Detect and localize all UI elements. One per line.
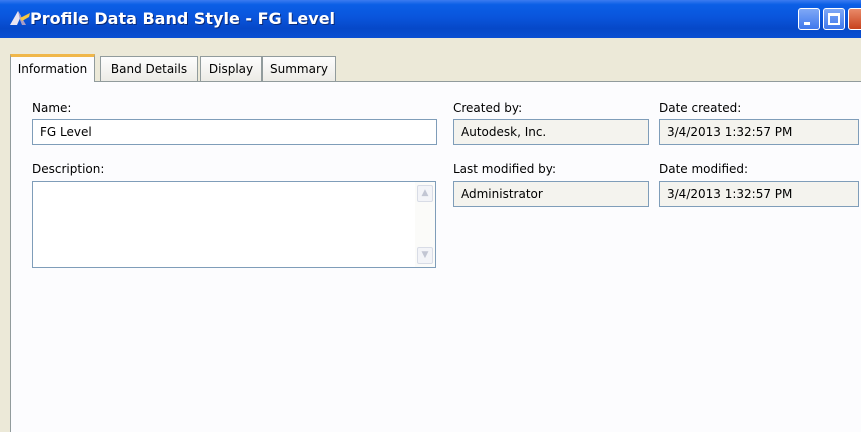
tab-band-details[interactable]: Band Details	[100, 56, 198, 81]
tab-label: Summary	[270, 62, 328, 76]
tab-label: Information	[17, 62, 88, 76]
created-by-label: Created by:	[453, 101, 523, 115]
maximize-button[interactable]	[823, 8, 845, 30]
close-button[interactable]	[848, 8, 861, 30]
last-modified-by-field: Administrator	[453, 181, 649, 207]
scroll-up-icon[interactable]: ▲	[417, 185, 433, 202]
name-label: Name:	[32, 101, 72, 115]
date-modified-field: 3/4/2013 1:32:57 PM	[659, 181, 859, 207]
minimize-button[interactable]	[798, 8, 820, 30]
title-bar[interactable]: Profile Data Band Style - FG Level	[0, 0, 861, 38]
date-created-label: Date created:	[659, 101, 742, 115]
tab-label: Display	[208, 62, 254, 76]
maximize-icon	[828, 13, 840, 25]
tab-summary[interactable]: Summary	[262, 56, 336, 81]
name-field[interactable]: FG Level	[32, 119, 437, 145]
description-scrollbar[interactable]: ▲ ▼	[415, 182, 435, 267]
last-modified-by-label: Last modified by:	[453, 162, 557, 176]
window-title: Profile Data Band Style - FG Level	[30, 9, 336, 28]
tab-display[interactable]: Display	[200, 56, 262, 81]
created-by-field: Autodesk, Inc.	[453, 119, 649, 145]
scroll-down-icon[interactable]: ▼	[417, 247, 433, 264]
date-created-field: 3/4/2013 1:32:57 PM	[659, 119, 859, 145]
tab-information[interactable]: Information	[10, 54, 95, 82]
description-field[interactable]: ▲ ▼	[32, 181, 436, 268]
description-label: Description:	[32, 162, 105, 176]
civil3d-icon	[10, 11, 30, 25]
date-modified-label: Date modified:	[659, 162, 749, 176]
minimize-icon	[804, 22, 810, 25]
tab-label: Band Details	[110, 62, 188, 76]
